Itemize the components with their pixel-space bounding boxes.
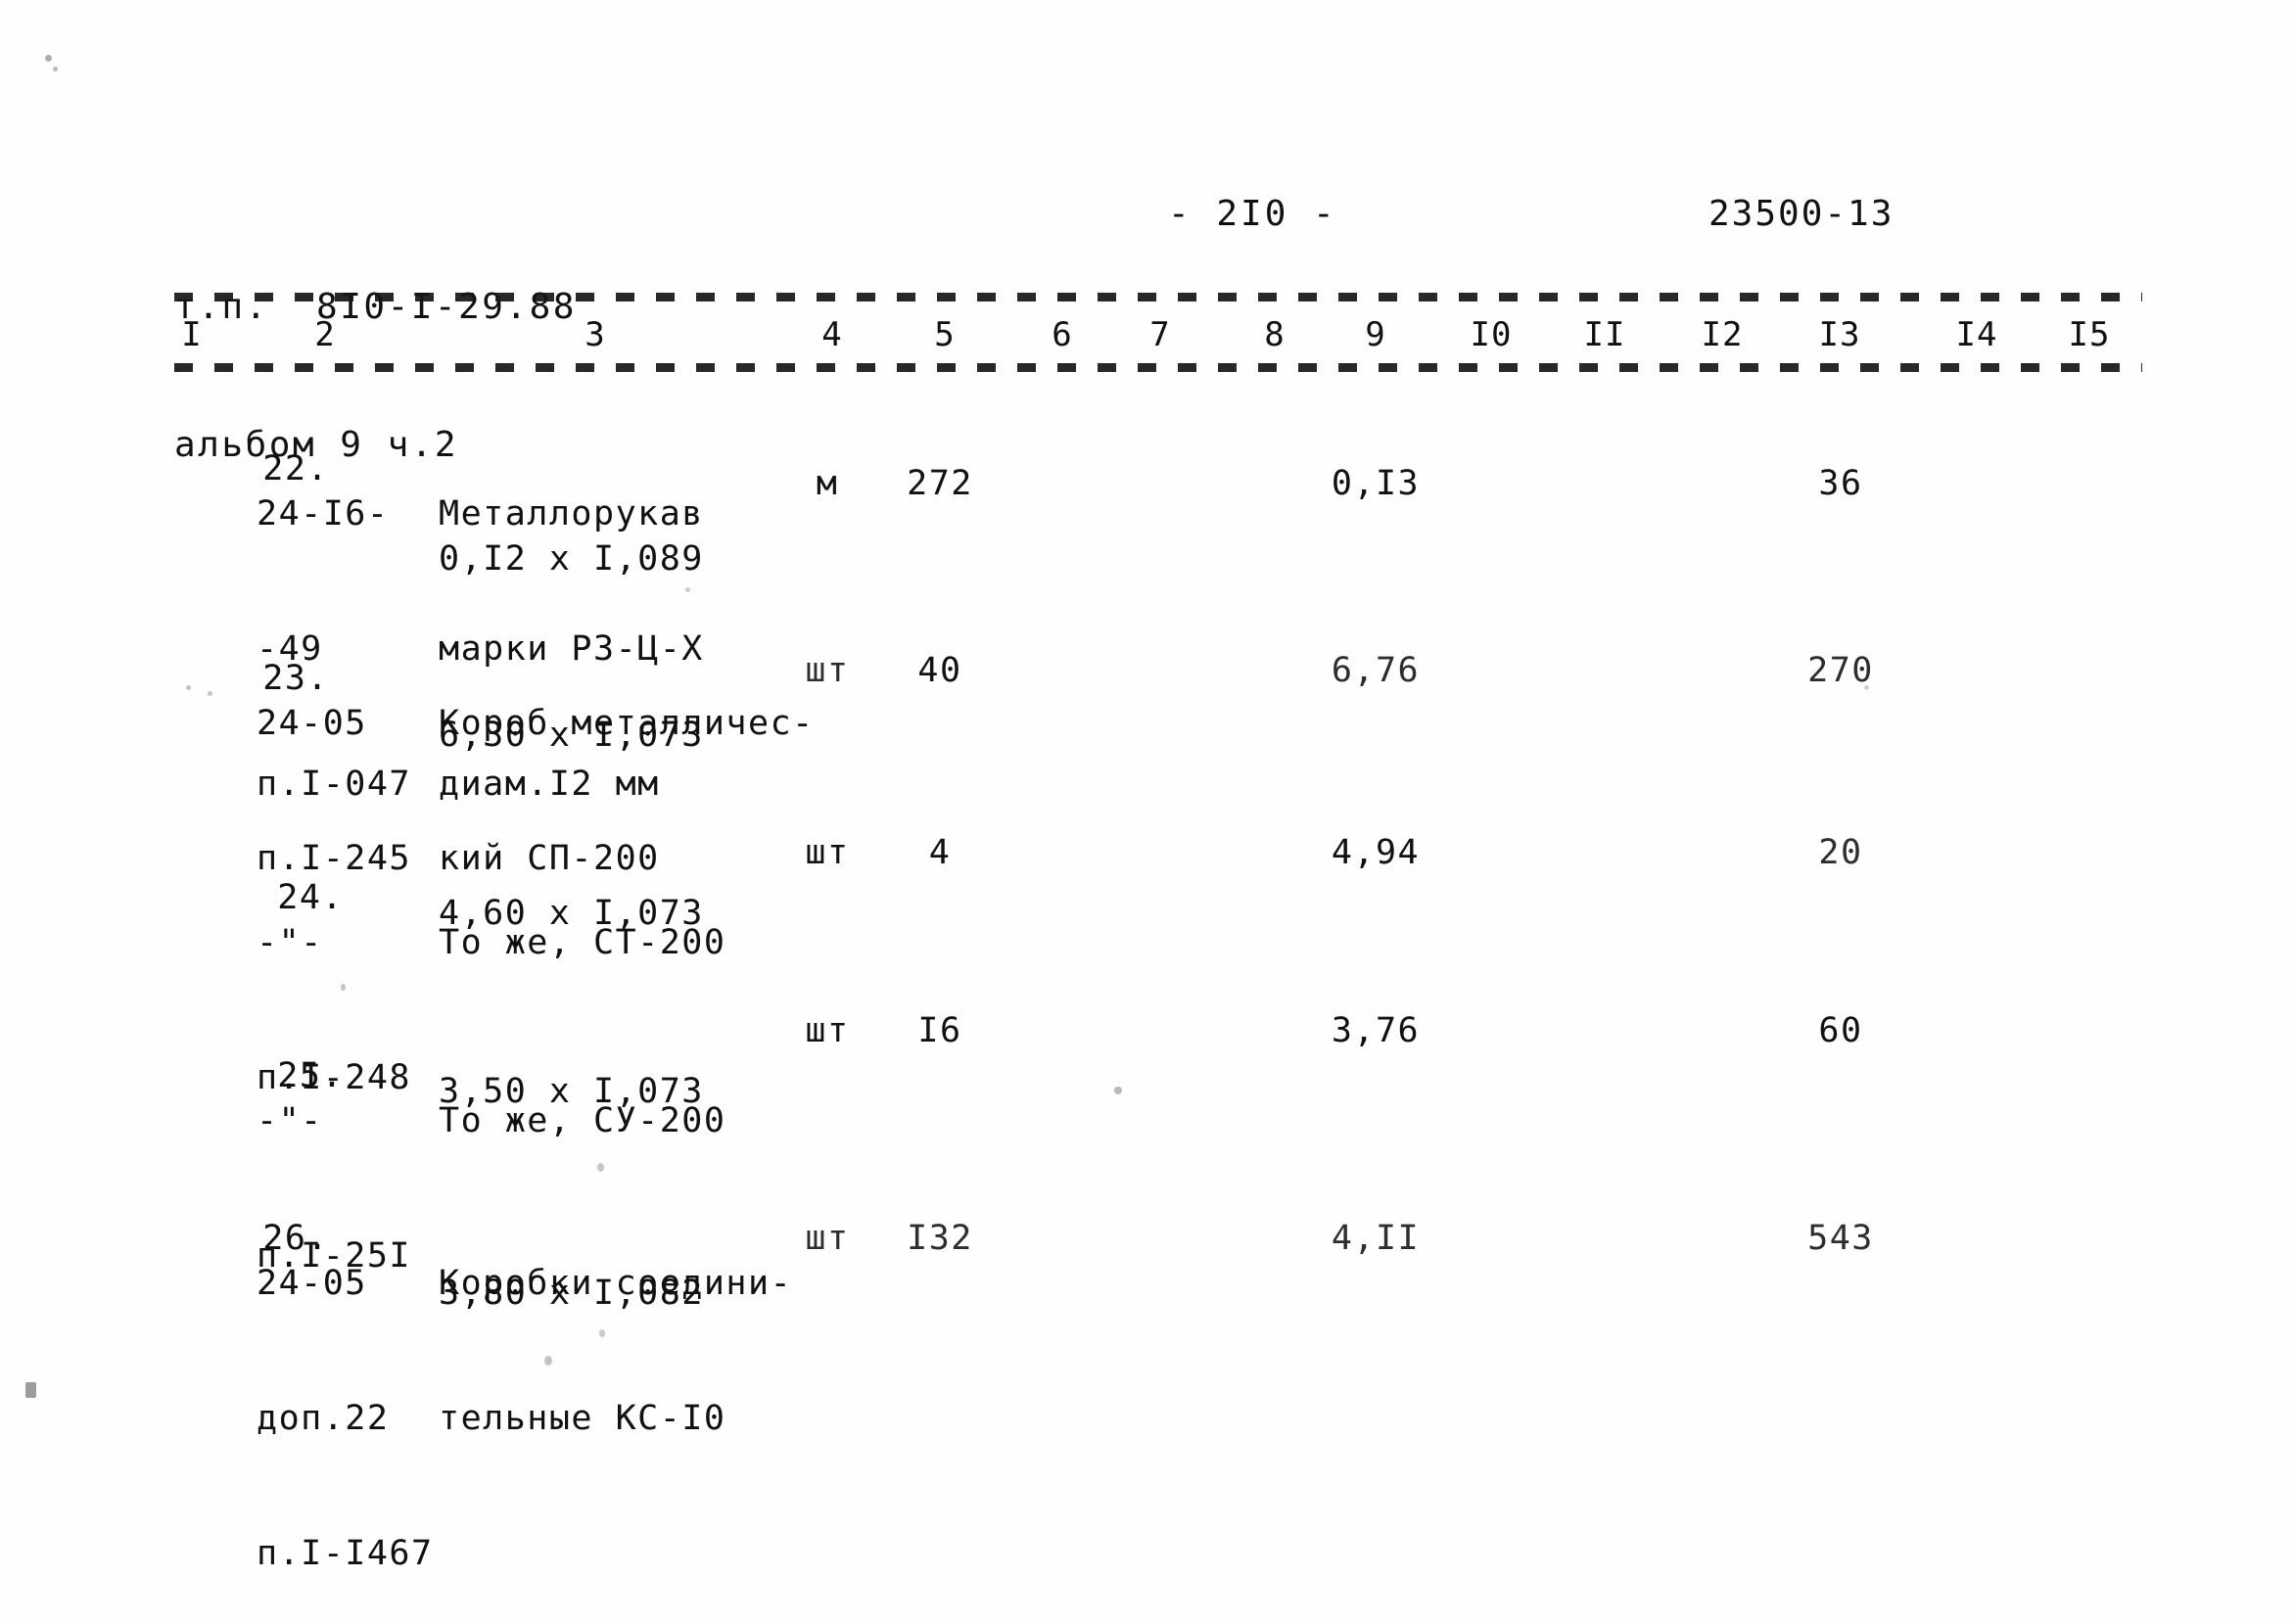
row-quantity: I6 <box>917 1011 962 1050</box>
row-col9-value: 0,I3 <box>1331 464 1421 503</box>
row-col9-value: 6,76 <box>1331 651 1421 690</box>
scan-speck <box>45 55 52 62</box>
row-unit: м <box>816 464 839 503</box>
scan-speck <box>685 587 690 592</box>
document-page: т.п. 8I0-I-29.88 альбом 9 ч.2 - 2I0 - 23… <box>0 0 2293 1624</box>
column-header-5: 5 <box>934 315 956 354</box>
row-quantity: 40 <box>917 651 962 690</box>
scan-speck <box>599 1329 605 1337</box>
column-header-10: I0 <box>1470 315 1513 354</box>
page-number-marker: - 2I0 - <box>1168 194 1337 234</box>
column-header-3: 3 <box>585 315 606 354</box>
table-bottom-rule <box>174 363 2142 372</box>
header-project-code: т.п. 8I0-I-29.88 <box>174 287 577 327</box>
row-name-line: Металлорукав <box>439 494 704 534</box>
row-name-cell: Коробки соедини- тельные КС-I0 <box>439 1171 792 1531</box>
row-name-line: тельные КС-I0 <box>439 1399 726 1438</box>
row-formula: 0,I2 x I,089 <box>439 539 704 579</box>
scan-speck <box>25 1382 36 1398</box>
column-header-15: I5 <box>2068 315 2111 354</box>
row-code-line: 24-05 <box>257 704 367 743</box>
row-code-line: -"- <box>257 1101 323 1140</box>
row-formula: 6,30 x I,073 <box>439 716 704 755</box>
scan-speck <box>208 691 212 696</box>
row-col13-value: 36 <box>1818 464 1863 503</box>
scan-speck <box>597 1163 604 1172</box>
row-code-line: -"- <box>257 923 323 962</box>
row-col13-value: 270 <box>1807 651 1874 690</box>
column-header-7: 7 <box>1149 315 1171 354</box>
row-col13-value: 20 <box>1818 833 1863 872</box>
row-code-line: п.I-I467 <box>257 1534 434 1573</box>
row-formula: 3,50 x I,073 <box>439 1072 704 1111</box>
column-header-13: I3 <box>1818 315 1861 354</box>
column-header-8: 8 <box>1264 315 1286 354</box>
column-header-9: 9 <box>1365 315 1386 354</box>
row-code-cell: 24-05 доп.22 п.I-I467 <box>257 1171 434 1624</box>
row-unit: шт <box>805 651 850 690</box>
row-code-line: 24-05 <box>257 1264 367 1303</box>
scan-speck <box>53 67 58 71</box>
row-unit: шт <box>805 1011 850 1050</box>
column-header-12: I2 <box>1701 315 1744 354</box>
column-header-4: 4 <box>821 315 843 354</box>
row-col9-value: 3,76 <box>1331 1011 1421 1050</box>
scan-speck <box>341 984 346 991</box>
row-code-line: доп.22 <box>257 1399 390 1438</box>
scan-speck <box>349 861 353 867</box>
row-quantity: I32 <box>907 1219 973 1258</box>
document-code: 23500-13 <box>1708 194 1895 234</box>
row-col9-value: 4,94 <box>1331 833 1421 872</box>
column-header-1: I <box>181 315 203 354</box>
column-header-2: 2 <box>314 315 336 354</box>
row-formula: 3,80 x I,082 <box>439 1274 704 1313</box>
row-quantity: 4 <box>928 833 952 872</box>
row-col9-value: 4,II <box>1331 1219 1421 1258</box>
scan-speck <box>1864 685 1869 690</box>
row-formula: 4,60 x I,073 <box>439 894 704 933</box>
row-unit: шт <box>805 833 850 872</box>
scan-speck <box>186 685 191 690</box>
column-header-6: 6 <box>1052 315 1073 354</box>
row-unit: шт <box>805 1219 850 1258</box>
table-top-rule <box>174 293 2142 302</box>
column-header-11: II <box>1583 315 1626 354</box>
row-col13-value: 543 <box>1807 1219 1874 1258</box>
scan-speck <box>544 1356 552 1366</box>
row-col13-value: 60 <box>1818 1011 1863 1050</box>
scan-speck <box>1114 1087 1122 1094</box>
row-code-line: 24-I6- <box>257 494 390 534</box>
column-header-14: I4 <box>1955 315 1998 354</box>
row-quantity: 272 <box>907 464 973 503</box>
